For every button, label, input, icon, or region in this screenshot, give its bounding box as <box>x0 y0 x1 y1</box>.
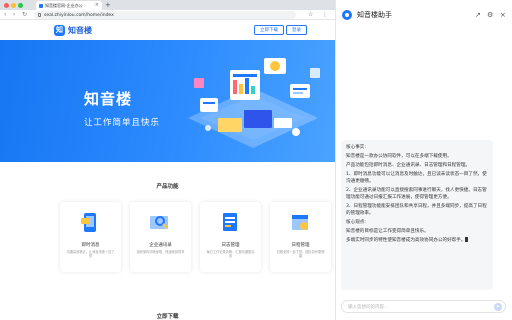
document-icon <box>223 213 237 231</box>
feature-card-desc: 组织架构清晰呈现，快速找到同事 <box>136 250 185 254</box>
feature-cards: 即时消息 沟通高效畅达，让消息传递一目了然 企业通讯录 组织架构清晰呈现，快速找… <box>60 202 331 292</box>
address-bar[interactable]: seal.zhiyinlou.com/home/index <box>34 11 296 19</box>
site-logo-icon[interactable]: 知 <box>54 25 65 36</box>
lock-icon <box>38 13 41 17</box>
close-icon[interactable]: × <box>500 10 506 20</box>
feature-card-title: 日志管理 <box>221 243 240 248</box>
message-paragraph-last: 多端实时同步的特性使知音楼成为高效协同办公的好帮手。 <box>346 237 488 244</box>
hero-banner: 知音楼 让工作简单且快乐 <box>0 40 335 162</box>
phone-chat-icon <box>81 213 96 232</box>
feature-card-directory[interactable]: 企业通讯录 组织架构清晰呈现，快速找到同事 <box>130 202 191 272</box>
address-text[interactable]: seal.zhiyinlou.com/home/index <box>44 13 114 18</box>
search-contacts-icon <box>150 216 168 229</box>
minimize-window-button[interactable] <box>11 3 16 8</box>
feature-card-messaging[interactable]: 即时消息 沟通高效畅达，让消息传递一目了然 <box>60 202 121 272</box>
forward-icon[interactable]: › <box>13 11 15 19</box>
feature-card-desc: 日程安排一目了然，团队协作更便捷 <box>276 250 325 259</box>
browser-tab-bar: 知音楼官网-企业办公 × + <box>0 0 335 10</box>
send-icon[interactable]: ➤ <box>494 303 502 311</box>
typing-cursor <box>465 237 469 242</box>
assistant-title: 知音楼助手 <box>357 11 392 19</box>
site-header: 知 知音楼 立即下载 登录 <box>0 20 335 40</box>
hero-illustration <box>188 58 320 148</box>
chat-input-bar: ➤ <box>341 300 506 313</box>
message-text: 多端实时同步的特性使知音楼成为高效协同办公的好帮手。 <box>346 238 466 243</box>
message-paragraph: 核心事实: <box>346 145 366 150</box>
message-paragraph: 产品功能包括即时消息、企业通讯录、日志管理和日程管理。 <box>346 163 471 168</box>
browser-menu-icon[interactable]: ⋮ <box>322 11 328 19</box>
login-button[interactable]: 登录 <box>286 25 307 35</box>
browser-toolbar: ‹ › ↻ seal.zhiyinlou.com/home/index ☆ ⋮ <box>0 10 335 20</box>
new-tab-button[interactable]: + <box>105 1 111 9</box>
settings-icon[interactable]: ⚙ <box>487 10 493 20</box>
assistant-logo-icon <box>342 10 352 20</box>
feature-card-desc: 沟通高效畅达，让消息传递一目了然 <box>66 250 115 259</box>
tab-close-icon[interactable]: × <box>95 3 99 8</box>
feature-card-logs[interactable]: 日志管理 每日工作记录清晰，汇报沟通更高效 <box>200 202 261 272</box>
message-paragraph: 知音楼是一款办公协同软件，可以在多端下载使用。 <box>346 154 452 159</box>
products-title: 产品功能 <box>156 184 179 190</box>
feature-card-desc: 每日工作记录清晰，汇报沟通更高效 <box>206 250 255 259</box>
hero-title: 知音楼 <box>84 90 133 108</box>
maximize-window-button[interactable] <box>18 3 23 8</box>
feature-card-title: 即时消息 <box>81 243 100 248</box>
calendar-icon <box>292 215 308 230</box>
share-icon[interactable]: ↗ <box>475 10 481 20</box>
tab-title: 知音楼官网-企业办公 <box>45 2 83 8</box>
assistant-panel: 知音楼助手 ↗ ⚙ × 核心事实: 知音楼是一款办公协同软件，可以在多端下载使用… <box>335 0 512 320</box>
back-icon[interactable]: ‹ <box>4 11 6 19</box>
download-button[interactable]: 立即下载 <box>254 25 284 35</box>
site-favicon-icon <box>39 3 43 8</box>
message-paragraph: 2、企业通讯录功能可以直接搜索同事进行聊天，找人更快捷。日志管理功能可通过日报汇… <box>346 188 487 200</box>
assistant-header: 知音楼助手 ↗ ⚙ × <box>336 0 512 30</box>
feature-card-schedule[interactable]: 日程管理 日程安排一目了然，团队协作更便捷 <box>270 202 331 272</box>
hero-subtitle: 让工作简单且快乐 <box>84 118 161 128</box>
feature-card-title: 日程管理 <box>291 243 310 248</box>
web-page: 知 知音楼 立即下载 登录 知音楼 让工作简单且快乐 产品功能 即时消息 沟通高… <box>0 20 335 320</box>
site-logo-text[interactable]: 知音楼 <box>68 25 92 36</box>
download-section-title: 立即下载 <box>156 314 179 320</box>
message-paragraph: 3、日程管理功能能安排团队和共享日程，并且多端同步，提高了日程的管理效率。 <box>346 204 487 216</box>
chat-input[interactable] <box>348 303 488 311</box>
feature-card-title: 企业通讯录 <box>149 243 172 248</box>
assistant-message: 核心事实: 知音楼是一款办公协同软件，可以在多端下载使用。 产品功能包括即时消息… <box>341 140 493 290</box>
close-window-button[interactable] <box>4 3 9 8</box>
browser-tab[interactable]: 知音楼官网-企业办公 × <box>36 1 102 10</box>
message-paragraph: 核心观点: <box>346 220 366 225</box>
bookmark-star-icon[interactable]: ☆ <box>308 11 313 19</box>
reload-icon[interactable]: ↻ <box>22 11 27 19</box>
message-paragraph: 1、即时消息功能可以让消息及时触达，且已读未读状态一目了然，使沟通更顺畅。 <box>346 172 487 184</box>
message-paragraph: 知音楼的目标是让工作变得简单且快乐。 <box>346 229 429 234</box>
